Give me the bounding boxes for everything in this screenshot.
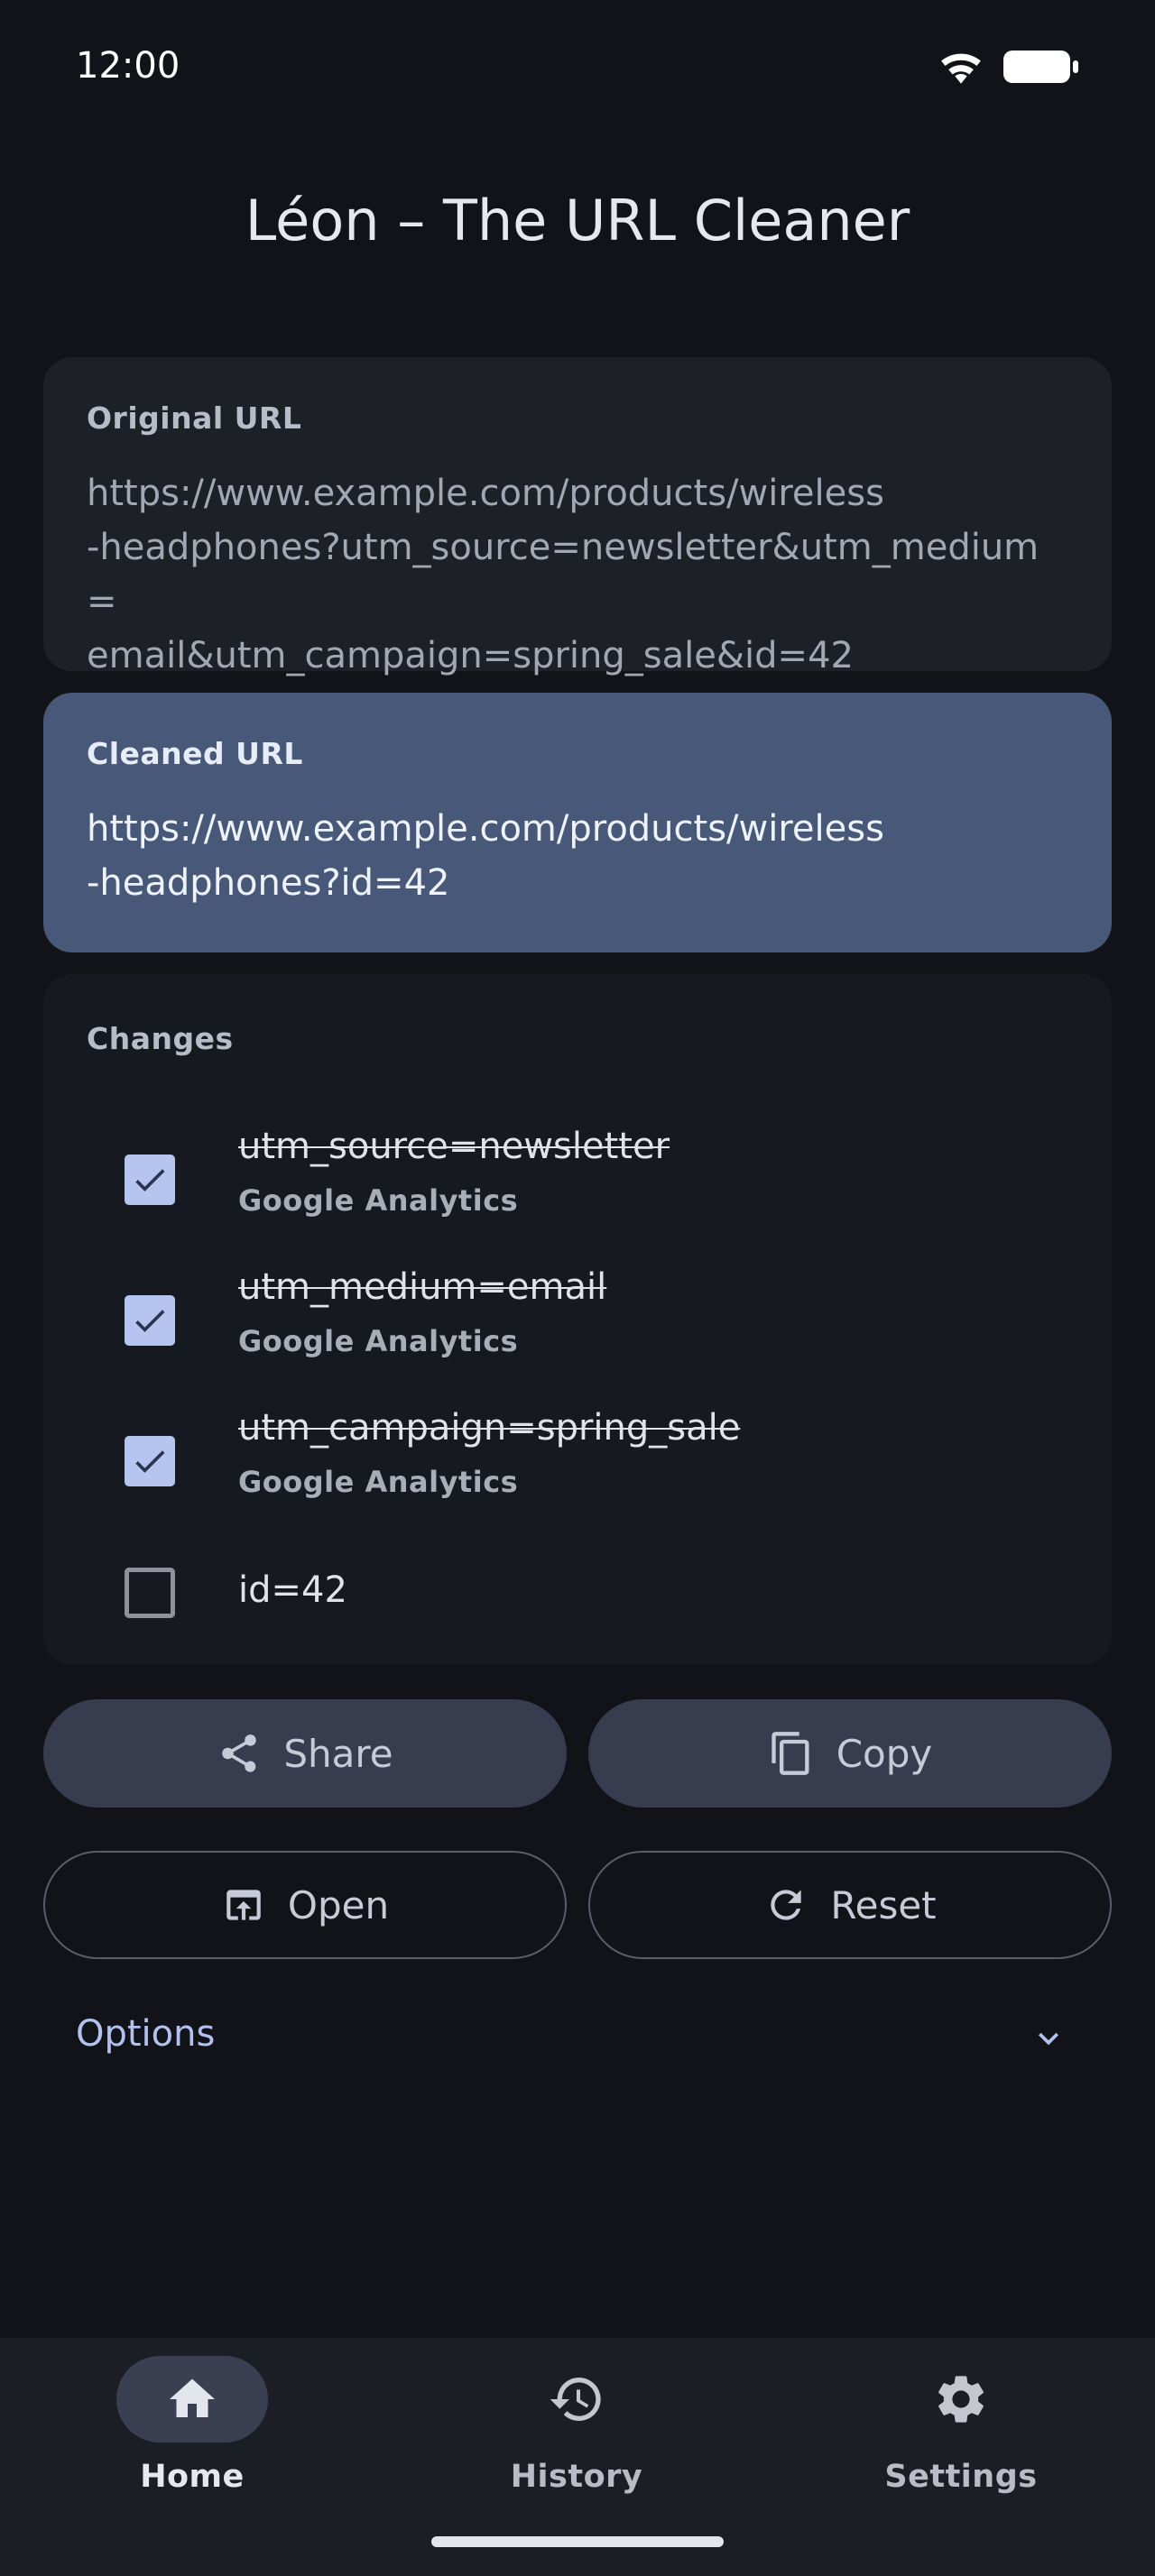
change-row[interactable]: utm_campaign=spring_sale Google Analytic… [43,1391,1112,1508]
open-in-browser-icon [226,1890,261,1920]
open-label: Open [287,1882,390,1927]
history-icon [550,2378,601,2421]
change-row[interactable]: id=42 [43,1532,1112,1649]
check-icon [135,1310,165,1332]
wifi-icon [938,49,984,88]
change-param: utm_medium=email [238,1266,607,1308]
cleaned-url-text[interactable]: https://www.example.com/products/wireles… [87,802,1068,910]
nav-pill [116,2356,268,2443]
copy-button[interactable]: Copy [588,1699,1112,1808]
battery-icon [1003,49,1079,88]
refresh-icon [771,1890,801,1920]
change-source: Google Analytics [238,1465,519,1499]
change-checkbox-utm-medium[interactable] [125,1295,175,1346]
reset-button[interactable]: Reset [588,1851,1112,1959]
home-icon [170,2378,215,2417]
share-label: Share [283,1731,393,1776]
check-icon [135,1450,165,1473]
change-param: utm_campaign=spring_sale [238,1407,741,1449]
settings-icon [938,2376,984,2423]
reset-label: Reset [830,1882,937,1927]
cleaned-url-card[interactable]: Cleaned URL https://www.example.com/prod… [43,693,1112,952]
nav-icon-wrap [501,2356,652,2443]
original-url-label: Original URL [87,400,302,436]
change-row[interactable]: utm_medium=email Google Analytics [43,1250,1112,1367]
home-indicator[interactable] [431,2536,724,2547]
change-source: Google Analytics [238,1183,519,1218]
change-param: utm_source=newsletter [238,1126,670,1167]
share-icon [222,1734,257,1772]
nav-item-history[interactable]: History [384,2338,769,2536]
status-time: 12:00 [76,45,180,87]
nav-label-history: History [510,2459,643,2495]
share-button[interactable]: Share [43,1699,567,1808]
copy-icon [772,1732,809,1775]
status-bar: 12:00 [0,0,1155,135]
change-checkbox-utm-source[interactable] [125,1155,175,1205]
change-source: Google Analytics [238,1324,519,1358]
nav-item-home[interactable]: Home [0,2338,384,2536]
check-icon [135,1169,165,1191]
original-url-text[interactable]: https://www.example.com/products/wireles… [87,466,1068,683]
options-label: Options [76,2013,216,2055]
original-url-card[interactable]: Original URL https://www.example.com/pro… [43,357,1112,676]
nav-item-settings[interactable]: Settings [769,2338,1153,2536]
nav-label-home: Home [140,2459,245,2495]
change-checkbox-id[interactable] [125,1568,175,1618]
change-row[interactable]: utm_source=newsletter Google Analytics [43,1109,1112,1227]
changes-card: Changes utm_source=newsletter Google Ana… [43,974,1112,1665]
open-button[interactable]: Open [43,1851,567,1959]
status-icons [938,49,1079,88]
cleaned-url-label: Cleaned URL [87,736,303,771]
change-param: id=42 [238,1569,347,1611]
nav-icon-wrap [885,2356,1037,2443]
app-title: Léon – The URL Cleaner [245,188,910,253]
change-checkbox-utm-campaign[interactable] [125,1436,175,1486]
chevron-down-icon [1029,2019,1068,2062]
copy-label: Copy [836,1731,933,1776]
nav-label-settings: Settings [884,2459,1038,2495]
changes-title: Changes [87,1021,234,1056]
screen: 12:00 Léon – The URL Cleaner Original UR… [0,0,1155,2576]
options-expander[interactable]: Options [43,2002,1112,2067]
